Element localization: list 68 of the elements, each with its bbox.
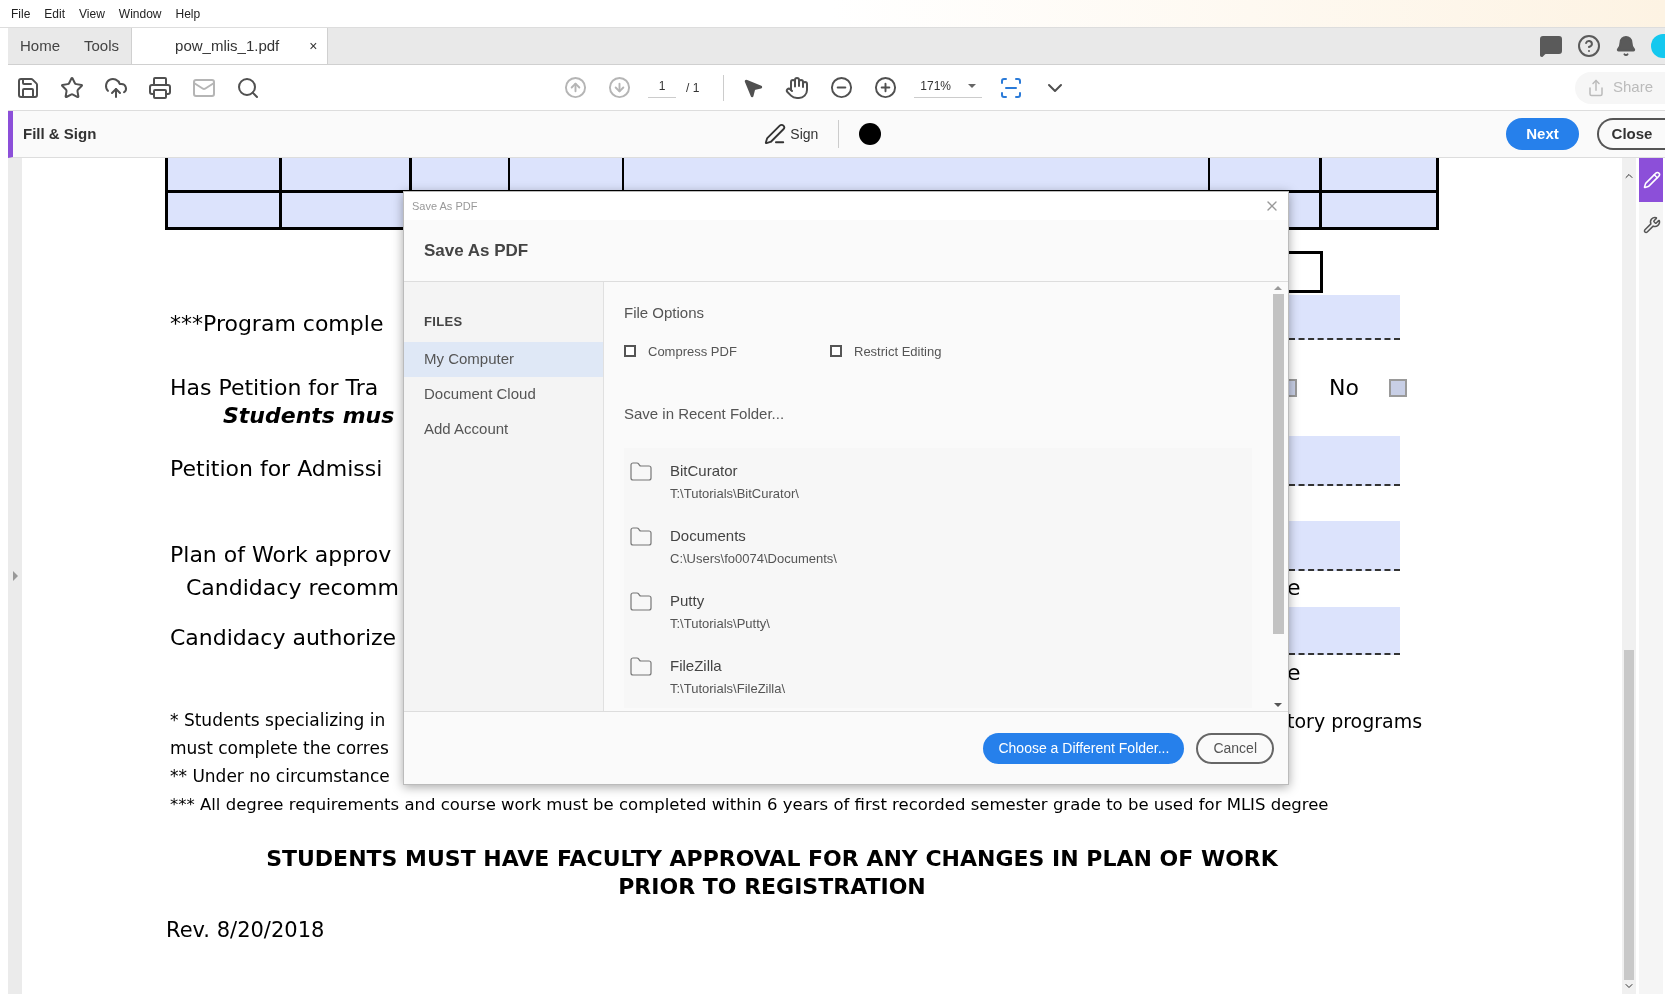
- scrollbar-thumb[interactable]: [1272, 294, 1284, 634]
- notice-text: PRIOR TO REGISTRATION: [618, 873, 926, 901]
- next-button[interactable]: Next: [1506, 118, 1579, 150]
- menu-item[interactable]: View: [79, 4, 105, 23]
- dialog-heading: Save As PDF: [424, 239, 529, 262]
- page-number-field[interactable]: 1: [648, 77, 676, 98]
- scrollbar-thumb[interactable]: [1624, 650, 1634, 980]
- document-text: Plan of Work approv: [170, 541, 392, 569]
- section-title: File Options: [624, 303, 706, 323]
- folder-icon[interactable]: [628, 459, 654, 484]
- document-text: ***Program comple: [170, 310, 384, 338]
- folder-path: T:\Tutorials\BitCurator\: [670, 485, 799, 503]
- folder-path: C:\Users\fo0074\Documents\: [670, 550, 837, 568]
- page-total: / 1: [686, 79, 700, 97]
- menu-item[interactable]: Edit: [44, 4, 66, 23]
- comment-icon[interactable]: [1539, 34, 1563, 58]
- zoom-dropdown[interactable]: 171%: [914, 77, 983, 98]
- document-text: Has Petition for Tra: [170, 375, 379, 400]
- footnote-text: * Students specializing in: [170, 710, 386, 731]
- footnote-text: *** All degree requirements and course work must be completed within 6 years of first recorded semester grade to be used for MLIS degree: [170, 793, 1329, 816]
- sidebar-item[interactable]: Document Cloud: [404, 376, 603, 412]
- menu-item[interactable]: Window: [118, 4, 162, 23]
- notice-text: STUDENTS MUST HAVE FACULTY APPROVAL FOR ANY CHANGES IN PLAN OF WORK: [266, 845, 1278, 873]
- folder-icon[interactable]: [628, 524, 654, 549]
- tab[interactable]: pow_mlis_1.pdf ×: [131, 28, 329, 64]
- document-text: Students mus: [223, 402, 395, 430]
- folder-path: T:\Tutorials\FileZilla\: [670, 680, 786, 698]
- bell-icon[interactable]: [1615, 35, 1637, 57]
- folder-name[interactable]: Documents: [670, 524, 837, 547]
- folder-name[interactable]: BitCurator: [670, 459, 799, 482]
- menu-item[interactable]: Help: [175, 4, 201, 23]
- tab[interactable]: Tools: [72, 28, 132, 64]
- wrench-icon[interactable]: [1643, 216, 1661, 234]
- close-tab-button[interactable]: ×: [309, 35, 318, 57]
- fill-sign-title: Fill & Sign: [23, 123, 97, 144]
- pencil-icon: [1643, 171, 1661, 189]
- folder-name[interactable]: FileZilla: [670, 654, 786, 677]
- section-label: FILES: [423, 313, 464, 331]
- revision-text: Rev. 8/20/2018: [166, 918, 325, 942]
- option-label: No: [1329, 374, 1359, 402]
- cancel-button[interactable]: Cancel: [1196, 732, 1274, 764]
- share-icon: [1586, 78, 1605, 97]
- document-text: Petition for Admissi: [170, 455, 383, 483]
- checkbox[interactable]: Restrict Editing: [830, 341, 1036, 361]
- close-button[interactable]: Close: [1597, 118, 1665, 150]
- dialog-title: Save As PDF: [412, 198, 478, 214]
- footnote-text: tory programs: [1287, 708, 1423, 734]
- footnote-text: ** Under no circumstance: [170, 766, 390, 787]
- sidebar-item[interactable]: My Computer: [404, 341, 603, 377]
- folder-icon[interactable]: [628, 589, 654, 614]
- document-text: Candidacy authorize: [170, 624, 397, 652]
- folder-icon[interactable]: [628, 654, 654, 679]
- checkbox[interactable]: [1388, 378, 1407, 397]
- ink-color-swatch[interactable]: [859, 123, 882, 145]
- sidebar-item[interactable]: Add Account: [404, 411, 603, 447]
- checkbox[interactable]: Compress PDF: [624, 341, 830, 361]
- choose-folder-button[interactable]: Choose a Different Folder...: [983, 732, 1185, 764]
- document-text: Candidacy recomm: [186, 575, 399, 600]
- tab[interactable]: Home: [8, 28, 72, 64]
- pen-icon: [764, 123, 787, 145]
- section-title: Save in Recent Folder...: [624, 404, 786, 424]
- menu-item[interactable]: File: [11, 4, 31, 23]
- sign-button[interactable]: Sign: [764, 123, 819, 145]
- footnote-text: must complete the corres: [170, 738, 389, 759]
- folder-name[interactable]: Putty: [670, 589, 770, 612]
- folder-path: T:\Tutorials\Putty\: [670, 615, 770, 633]
- help-icon[interactable]: [1577, 34, 1601, 58]
- fill-sign-tool-button[interactable]: [1639, 158, 1663, 202]
